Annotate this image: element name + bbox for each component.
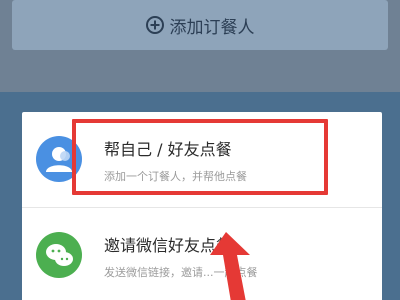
pointer-arrow-icon bbox=[206, 232, 260, 300]
add-circle-icon bbox=[145, 16, 164, 34]
option-invite-wechat-friend[interactable]: 邀请微信好友点餐 发送微信链接，邀请...一起点餐 bbox=[22, 208, 382, 300]
top-overlay-area: 添加订餐人 bbox=[0, 0, 400, 92]
add-orderer-button[interactable]: 添加订餐人 bbox=[12, 0, 388, 50]
highlight-annotation-box bbox=[72, 119, 328, 195]
wechat-icon bbox=[36, 232, 82, 278]
add-orderer-label: 添加订餐人 bbox=[169, 17, 255, 38]
